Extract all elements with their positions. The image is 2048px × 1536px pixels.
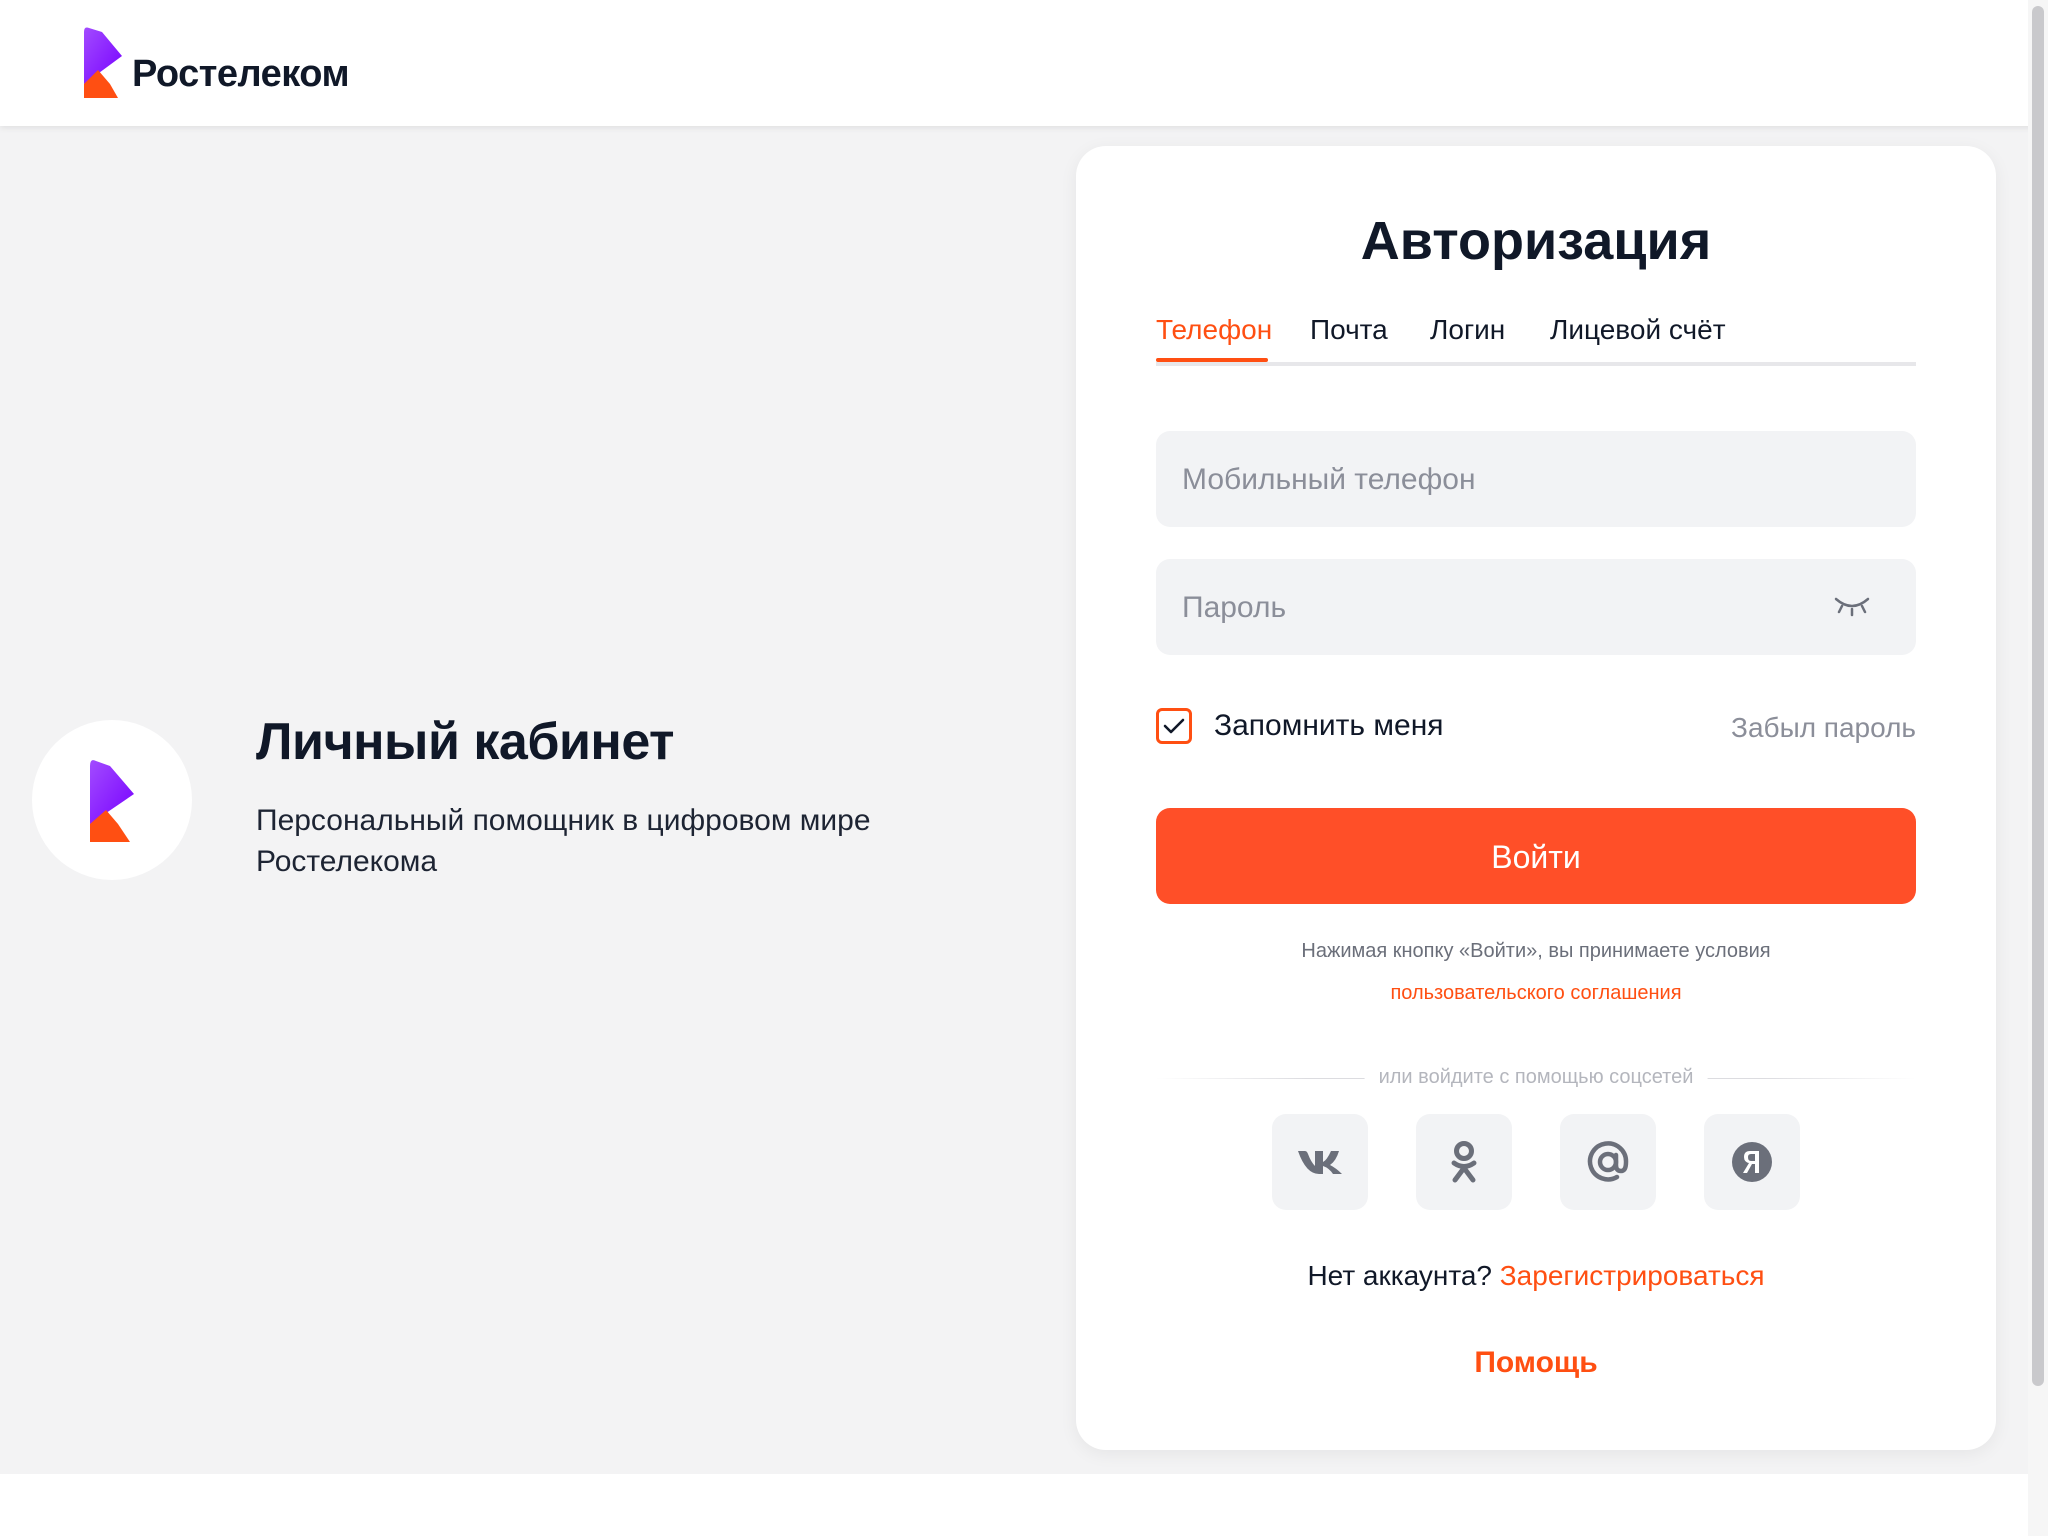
scrollbar-thumb[interactable] xyxy=(2032,6,2044,1386)
promo-logo-circle xyxy=(32,720,192,880)
phone-field[interactable] xyxy=(1156,431,1916,529)
rostelecom-logo[interactable]: Ростелеком xyxy=(80,26,350,98)
remember-label: Запомнить меня xyxy=(1214,709,1444,742)
logo-text: Ростелеком xyxy=(132,53,350,95)
yandex-icon xyxy=(1732,1142,1772,1182)
auth-tabs: Телефон Почта Логин Лицевой счёт xyxy=(1156,314,1916,366)
password-field[interactable] xyxy=(1156,559,1916,657)
rostelecom-logo-icon xyxy=(84,27,122,98)
promo-title: Личный кабинет xyxy=(256,713,675,771)
vk-icon xyxy=(1298,1151,1342,1174)
tab-phone[interactable]: Телефон xyxy=(1156,314,1272,346)
help-link[interactable]: Помощь xyxy=(1076,1346,1996,1380)
odnoklassniki-icon xyxy=(1451,1141,1477,1183)
remember-checkbox[interactable] xyxy=(1156,708,1192,744)
checkmark-icon xyxy=(1163,718,1185,734)
terms-text: Нажимая кнопку «Войти», вы принимаете ус… xyxy=(1301,940,1771,962)
register-link[interactable]: Зарегистрироваться xyxy=(1500,1260,1765,1291)
mailru-icon xyxy=(1587,1141,1629,1182)
rostelecom-logo-icon xyxy=(90,760,134,842)
no-account-row: Нет аккаунта? Зарегистрироваться xyxy=(1076,1260,1996,1292)
yandex-login-button[interactable] xyxy=(1704,1114,1800,1210)
tab-email[interactable]: Почта xyxy=(1310,314,1388,346)
forgot-password-link[interactable]: Забыл пароль xyxy=(1731,712,1916,744)
phone-input[interactable] xyxy=(1180,431,1784,529)
auth-title: Авторизация xyxy=(1360,211,1712,271)
vk-login-button[interactable] xyxy=(1272,1114,1368,1210)
tab-login[interactable]: Логин xyxy=(1430,314,1505,346)
social-divider: или войдите с помощью соцсетей xyxy=(1156,1066,1916,1090)
terms-link[interactable]: пользовательского соглашения xyxy=(1076,982,1996,1005)
remember-me[interactable]: Запомнить меня xyxy=(1156,708,1444,744)
header: Ростелеком xyxy=(0,0,2048,126)
no-account-text: Нет аккаунта? xyxy=(1307,1260,1492,1291)
footer xyxy=(0,1474,2028,1536)
eye-closed-icon[interactable] xyxy=(1832,595,1872,619)
promo-subtitle: Персональный помощник в цифровом мире Ро… xyxy=(256,804,871,878)
social-divider-text: или войдите с помощью соцсетей xyxy=(1364,1066,1708,1089)
password-input[interactable] xyxy=(1180,559,1784,657)
login-button[interactable]: Войти xyxy=(1156,808,1916,904)
ok-login-button[interactable] xyxy=(1416,1114,1512,1210)
auth-card: Авторизация Телефон Почта Логин Лицевой … xyxy=(1076,146,1996,1450)
tab-account[interactable]: Лицевой счёт xyxy=(1550,314,1726,346)
mailru-login-button[interactable] xyxy=(1560,1114,1656,1210)
active-tab-indicator xyxy=(1156,358,1268,362)
